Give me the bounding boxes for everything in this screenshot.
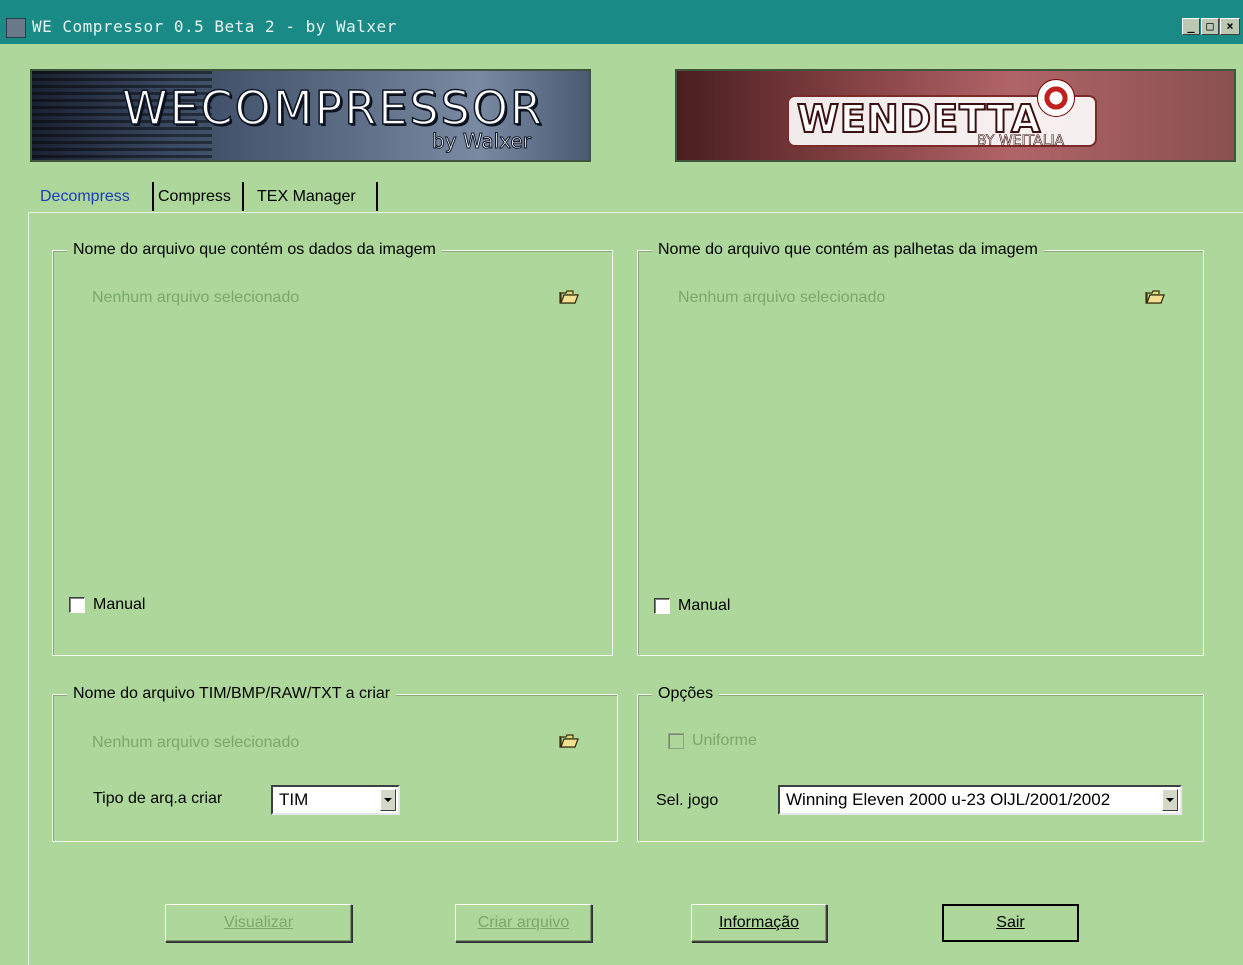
file-type-value: TIM [279,790,309,809]
app-icon[interactable] [6,18,26,38]
chevron-down-icon[interactable] [1162,789,1178,811]
uniforme-label: Uniforme [692,732,757,749]
game-select[interactable]: Winning Eleven 2000 u-23 OlJL/2001/2002 [778,785,1182,815]
options-group: Opções Uniforme Sel. jogo Winning Eleven… [637,684,1204,842]
chevron-down-icon[interactable] [380,789,396,811]
title-bar: WE Compressor 0.5 Beta 2 - by Walxer _ □… [0,0,1243,44]
uniforme-check[interactable] [668,733,684,749]
palette-filename: Nenhum arquivo selecionado [678,289,886,306]
output-file-group-title: Nome do arquivo TIM/BMP/RAW/TXT a criar [67,684,397,704]
image-data-filename: Nenhum arquivo selecionado [92,289,300,306]
tab-decompress[interactable]: Decompress [40,182,154,211]
ball-icon [1037,79,1075,117]
minimize-button[interactable]: _ [1182,18,1200,35]
palette-group: Nome do arquivo que contém as palhetas d… [637,240,1204,656]
window-title: WE Compressor 0.5 Beta 2 - by Walxer [32,17,397,36]
informacao-button[interactable]: Informação [691,904,827,942]
output-file-group: Nome do arquivo TIM/BMP/RAW/TXT a criar … [52,684,618,842]
manual-label: Manual [678,597,731,614]
criar-arquivo-button[interactable]: Criar arquivo [455,904,592,942]
open-folder-icon[interactable] [559,733,579,748]
output-filename: Nenhum arquivo selecionado [92,734,300,751]
game-select-value: Winning Eleven 2000 u-23 OlJL/2001/2002 [786,790,1111,809]
image-data-manual-checkbox[interactable]: Manual [69,596,145,614]
wecompressor-logo: WECOMPRESSOR [121,80,544,136]
wecompressor-logo-sub: by Walxer [432,129,532,154]
options-group-title: Opções [652,684,720,704]
manual-check[interactable] [654,598,670,614]
wendetta-logo-sub: BY WEITALIA [977,133,1065,150]
palette-manual-checkbox[interactable]: Manual [654,597,730,615]
image-data-group-title: Nome do arquivo que contém os dados da i… [67,240,442,260]
manual-check[interactable] [69,597,85,613]
file-type-select[interactable]: TIM [271,785,400,815]
maximize-button[interactable]: □ [1201,18,1219,35]
tab-tex-manager[interactable]: TEX Manager [257,182,378,211]
wecompressor-banner: WECOMPRESSOR by Walxer [30,69,591,162]
image-data-group: Nome do arquivo que contém os dados da i… [52,240,613,656]
game-select-label: Sel. jogo [656,792,719,809]
open-folder-icon[interactable] [1145,289,1165,304]
sair-button[interactable]: Sair [942,904,1079,942]
close-button[interactable]: × [1220,18,1240,35]
file-type-label: Tipo de arq.a criar [93,790,223,807]
uniforme-checkbox[interactable]: Uniforme [668,732,757,750]
palette-group-title: Nome do arquivo que contém as palhetas d… [652,240,1044,260]
wendetta-banner: WENDETTA BY WEITALIA [675,69,1236,162]
manual-label: Manual [93,596,146,613]
tab-compress[interactable]: Compress [158,182,244,211]
visualizar-button[interactable]: Visualizar [165,904,352,942]
open-folder-icon[interactable] [559,289,579,304]
